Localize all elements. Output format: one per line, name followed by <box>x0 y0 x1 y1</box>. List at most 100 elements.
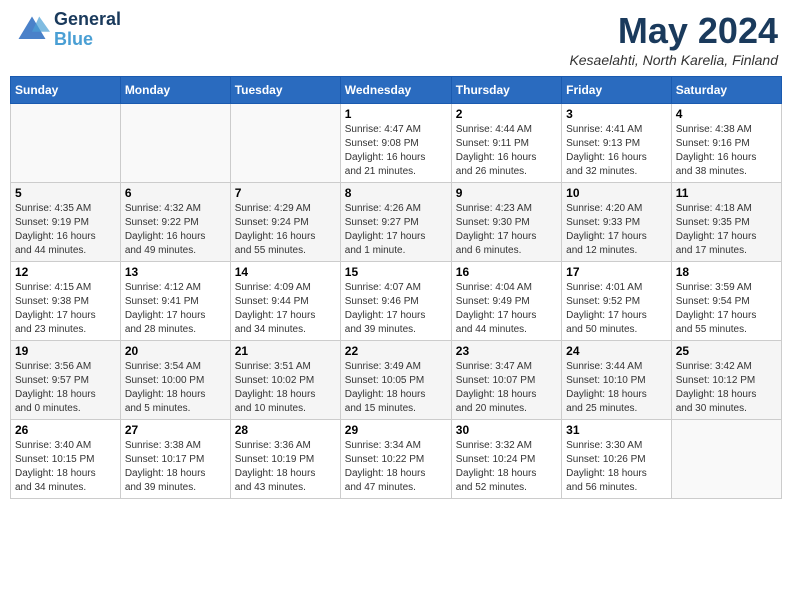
day-number: 28 <box>235 423 336 437</box>
calendar-cell: 8 Sunrise: 4:26 AM Sunset: 9:27 PM Daylig… <box>340 183 451 262</box>
calendar-cell: 18Sunrise: 3:59 AM Sunset: 9:54 PM Dayli… <box>671 262 781 341</box>
day-number: 6 <box>125 186 226 200</box>
day-number: 26 <box>15 423 116 437</box>
day-info: Sunrise: 3:32 AM Sunset: 10:24 PM Daylig… <box>456 439 557 495</box>
location: Kesaelahti, North Karelia, Finland <box>569 52 778 68</box>
day-number: 17 <box>566 265 667 279</box>
day-number: 20 <box>125 344 226 358</box>
day-info: Sunrise: 3:49 AM Sunset: 10:05 PM Daylig… <box>345 360 447 416</box>
calendar-cell: 15 Sunrise: 4:07 AM Sunset: 9:46 PM Dayli… <box>340 262 451 341</box>
calendar-cell: 29 Sunrise: 3:34 AM Sunset: 10:22 PM Dayl… <box>340 420 451 499</box>
calendar-cell: 24 Sunrise: 3:44 AM Sunset: 10:10 PM Dayl… <box>562 341 672 420</box>
title-block: May 2024 Kesaelahti, North Karelia, Finl… <box>569 10 778 68</box>
week-row-1: 1 Sunrise: 4:47 AM Sunset: 9:08 PM Daylig… <box>11 104 782 183</box>
day-number: 29 <box>345 423 447 437</box>
page-header: General Blue May 2024 Kesaelahti, North … <box>10 10 782 68</box>
logo-icon <box>14 12 50 48</box>
weekday-header-tuesday: Tuesday <box>230 77 340 104</box>
weekday-header-saturday: Saturday <box>671 77 781 104</box>
day-info: Sunrise: 3:42 AM Sunset: 10:12 PM Daylig… <box>676 360 777 416</box>
day-info: Sunrise: 4:09 AM Sunset: 9:44 PM Dayligh… <box>235 281 336 337</box>
day-number: 14 <box>235 265 336 279</box>
day-info: Sunrise: 4:01 AM Sunset: 9:52 PM Dayligh… <box>566 281 667 337</box>
calendar-cell: 20 Sunrise: 3:54 AM Sunset: 10:00 PM Dayl… <box>120 341 230 420</box>
logo-text: General Blue <box>54 10 121 50</box>
day-info: Sunrise: 4:32 AM Sunset: 9:22 PM Dayligh… <box>125 202 226 258</box>
calendar-cell <box>230 104 340 183</box>
day-info: Sunrise: 3:38 AM Sunset: 10:17 PM Daylig… <box>125 439 226 495</box>
day-number: 1 <box>345 107 447 121</box>
day-number: 11 <box>676 186 777 200</box>
day-number: 3 <box>566 107 667 121</box>
weekday-header-row: SundayMondayTuesdayWednesdayThursdayFrid… <box>11 77 782 104</box>
calendar-cell: 4 Sunrise: 4:38 AM Sunset: 9:16 PM Daylig… <box>671 104 781 183</box>
day-number: 25 <box>676 344 777 358</box>
day-number: 10 <box>566 186 667 200</box>
day-info: Sunrise: 4:15 AM Sunset: 9:38 PM Dayligh… <box>15 281 116 337</box>
calendar-cell: 7Sunrise: 4:29 AM Sunset: 9:24 PM Daylig… <box>230 183 340 262</box>
day-number: 23 <box>456 344 557 358</box>
day-info: Sunrise: 4:47 AM Sunset: 9:08 PM Dayligh… <box>345 123 447 179</box>
calendar-cell <box>120 104 230 183</box>
day-info: Sunrise: 3:40 AM Sunset: 10:15 PM Daylig… <box>15 439 116 495</box>
day-number: 5 <box>15 186 116 200</box>
calendar-cell: 6 Sunrise: 4:32 AM Sunset: 9:22 PM Daylig… <box>120 183 230 262</box>
day-info: Sunrise: 4:26 AM Sunset: 9:27 PM Dayligh… <box>345 202 447 258</box>
day-number: 7 <box>235 186 336 200</box>
day-info: Sunrise: 3:44 AM Sunset: 10:10 PM Daylig… <box>566 360 667 416</box>
day-info: Sunrise: 4:07 AM Sunset: 9:46 PM Dayligh… <box>345 281 447 337</box>
day-number: 9 <box>456 186 557 200</box>
weekday-header-sunday: Sunday <box>11 77 121 104</box>
day-number: 22 <box>345 344 447 358</box>
day-number: 19 <box>15 344 116 358</box>
week-row-5: 26 Sunrise: 3:40 AM Sunset: 10:15 PM Dayl… <box>11 420 782 499</box>
calendar-cell: 17 Sunrise: 4:01 AM Sunset: 9:52 PM Dayli… <box>562 262 672 341</box>
day-number: 21 <box>235 344 336 358</box>
day-info: Sunrise: 4:12 AM Sunset: 9:41 PM Dayligh… <box>125 281 226 337</box>
calendar-cell: 19Sunrise: 3:56 AM Sunset: 9:57 PM Dayli… <box>11 341 121 420</box>
calendar-cell: 5 Sunrise: 4:35 AM Sunset: 9:19 PM Daylig… <box>11 183 121 262</box>
day-number: 15 <box>345 265 447 279</box>
day-info: Sunrise: 4:35 AM Sunset: 9:19 PM Dayligh… <box>15 202 116 258</box>
weekday-header-monday: Monday <box>120 77 230 104</box>
calendar-cell <box>671 420 781 499</box>
calendar-cell: 16 Sunrise: 4:04 AM Sunset: 9:49 PM Dayli… <box>451 262 561 341</box>
day-number: 2 <box>456 107 557 121</box>
calendar-cell <box>11 104 121 183</box>
day-info: Sunrise: 4:20 AM Sunset: 9:33 PM Dayligh… <box>566 202 667 258</box>
calendar-cell: 13 Sunrise: 4:12 AM Sunset: 9:41 PM Dayli… <box>120 262 230 341</box>
calendar-cell: 12 Sunrise: 4:15 AM Sunset: 9:38 PM Dayli… <box>11 262 121 341</box>
month-title: May 2024 <box>569 10 778 52</box>
day-info: Sunrise: 3:47 AM Sunset: 10:07 PM Daylig… <box>456 360 557 416</box>
day-info: Sunrise: 4:04 AM Sunset: 9:49 PM Dayligh… <box>456 281 557 337</box>
logo: General Blue <box>14 10 121 50</box>
day-number: 31 <box>566 423 667 437</box>
day-info: Sunrise: 3:51 AM Sunset: 10:02 PM Daylig… <box>235 360 336 416</box>
weekday-header-wednesday: Wednesday <box>340 77 451 104</box>
day-info: Sunrise: 3:34 AM Sunset: 10:22 PM Daylig… <box>345 439 447 495</box>
calendar-cell: 21 Sunrise: 3:51 AM Sunset: 10:02 PM Dayl… <box>230 341 340 420</box>
calendar-cell: 3Sunrise: 4:41 AM Sunset: 9:13 PM Daylig… <box>562 104 672 183</box>
day-number: 24 <box>566 344 667 358</box>
week-row-3: 12 Sunrise: 4:15 AM Sunset: 9:38 PM Dayli… <box>11 262 782 341</box>
day-number: 13 <box>125 265 226 279</box>
day-number: 30 <box>456 423 557 437</box>
week-row-4: 19Sunrise: 3:56 AM Sunset: 9:57 PM Dayli… <box>11 341 782 420</box>
day-number: 8 <box>345 186 447 200</box>
weekday-header-friday: Friday <box>562 77 672 104</box>
calendar-cell: 27Sunrise: 3:38 AM Sunset: 10:17 PM Dayl… <box>120 420 230 499</box>
day-info: Sunrise: 4:38 AM Sunset: 9:16 PM Dayligh… <box>676 123 777 179</box>
day-number: 4 <box>676 107 777 121</box>
calendar-cell: 30 Sunrise: 3:32 AM Sunset: 10:24 PM Dayl… <box>451 420 561 499</box>
calendar-cell: 26 Sunrise: 3:40 AM Sunset: 10:15 PM Dayl… <box>11 420 121 499</box>
day-number: 18 <box>676 265 777 279</box>
day-number: 16 <box>456 265 557 279</box>
day-info: Sunrise: 4:44 AM Sunset: 9:11 PM Dayligh… <box>456 123 557 179</box>
day-number: 12 <box>15 265 116 279</box>
calendar-cell: 31Sunrise: 3:30 AM Sunset: 10:26 PM Dayl… <box>562 420 672 499</box>
week-row-2: 5 Sunrise: 4:35 AM Sunset: 9:19 PM Daylig… <box>11 183 782 262</box>
day-info: Sunrise: 3:54 AM Sunset: 10:00 PM Daylig… <box>125 360 226 416</box>
calendar-table: SundayMondayTuesdayWednesdayThursdayFrid… <box>10 76 782 499</box>
calendar-cell: 25 Sunrise: 3:42 AM Sunset: 10:12 PM Dayl… <box>671 341 781 420</box>
day-info: Sunrise: 4:23 AM Sunset: 9:30 PM Dayligh… <box>456 202 557 258</box>
